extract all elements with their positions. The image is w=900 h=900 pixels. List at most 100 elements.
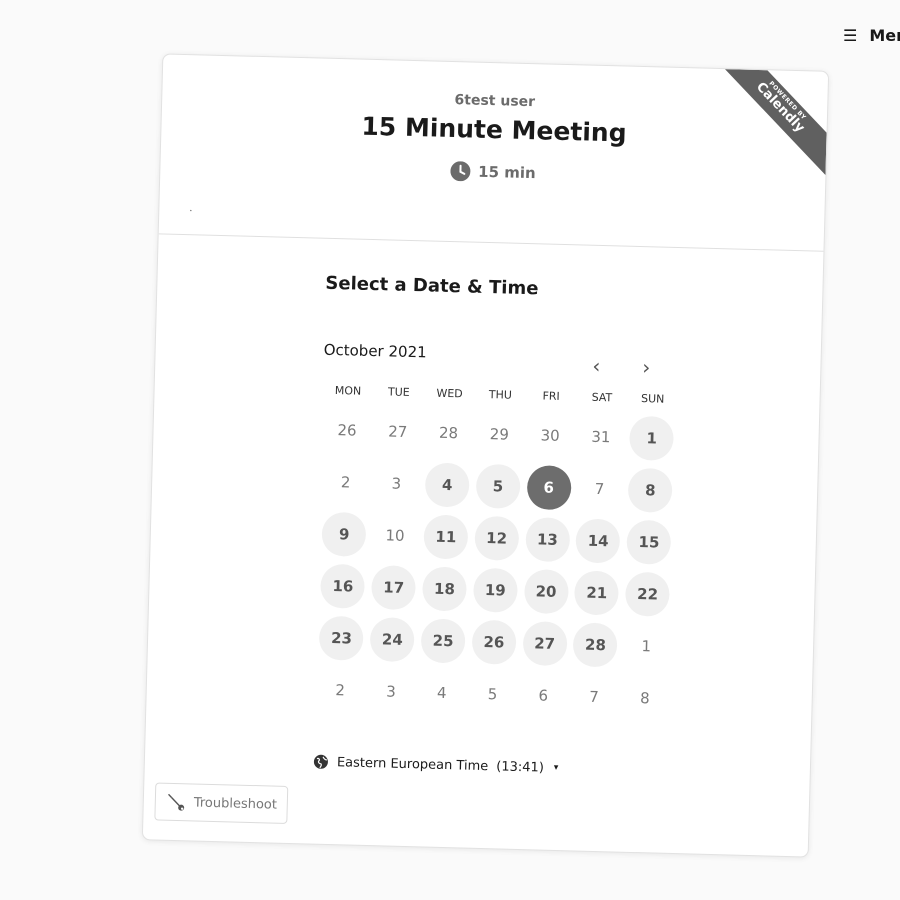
available-date[interactable]: 25	[420, 618, 466, 664]
calendar-cell: 31	[575, 410, 627, 463]
calendar-cell: 24	[366, 613, 418, 666]
available-date[interactable]: 17	[371, 565, 417, 611]
calendar-cell: 21	[571, 566, 623, 619]
available-date[interactable]: 27	[522, 621, 568, 667]
unavailable-date: 28	[438, 423, 459, 443]
month-label: October 2021	[323, 340, 427, 362]
calendar-cell: 13	[521, 513, 573, 566]
unavailable-date: 1	[641, 637, 652, 656]
calendar-cell: 16	[317, 560, 369, 613]
month-nav-buttons: ‹ ›	[583, 353, 660, 381]
unavailable-date: 26	[337, 421, 357, 440]
available-date[interactable]: 18	[421, 566, 468, 612]
weekday-label: FRI	[542, 389, 560, 403]
available-date[interactable]: 21	[574, 570, 620, 616]
next-month-button[interactable]: ›	[633, 354, 660, 381]
available-date[interactable]: 20	[523, 569, 569, 615]
timezone-selector[interactable]: Eastern European Time (13:41) ▾	[313, 754, 810, 783]
unavailable-date: 2	[335, 681, 346, 700]
weekday-label: WED	[436, 386, 463, 401]
unavailable-date: 2	[340, 473, 351, 492]
unavailable-date: 7	[589, 687, 600, 707]
calendar-cell: 30	[524, 409, 576, 462]
available-date[interactable]: 19	[472, 567, 518, 613]
calendar-cell: 3	[370, 457, 422, 510]
scheduler-body: Select a Date & Time October 2021 ‹ › MO…	[145, 268, 823, 782]
available-date[interactable]: 22	[625, 571, 671, 617]
prev-month-button[interactable]: ‹	[583, 353, 610, 380]
calendar-cell: 26	[321, 404, 373, 457]
unavailable-date: 10	[385, 526, 405, 545]
calendar-cell: 25	[417, 614, 469, 667]
month-navigation: October 2021 ‹ ›	[323, 328, 664, 381]
calendar-cell: 27	[372, 405, 424, 458]
chevron-right-icon: ›	[642, 355, 651, 380]
available-date[interactable]: 28	[572, 622, 619, 668]
calendar-week: 26 27 28 29 30 31 1	[321, 404, 678, 465]
unavailable-date: 8	[639, 689, 650, 708]
available-date[interactable]: 26	[471, 619, 517, 665]
available-date[interactable]: 8	[627, 467, 673, 513]
available-date[interactable]: 15	[626, 519, 672, 565]
wrench-icon	[168, 793, 185, 811]
calendar-cell: 2	[314, 664, 366, 717]
available-date[interactable]: 14	[575, 518, 621, 564]
available-date[interactable]: 24	[369, 617, 415, 663]
unavailable-date: 27	[388, 422, 408, 441]
calendar-week: 16 17 18 19 20 21 22	[317, 560, 674, 621]
duration-label: 15 min	[477, 162, 536, 183]
calendar-cell: 28	[569, 618, 621, 671]
calendar-week: 9 10 11 12 13 14 15	[318, 508, 675, 569]
event-header: 6test user 15 Minute Meeting 15 min .	[158, 54, 829, 252]
calendar-cell: 8	[624, 464, 676, 517]
available-date[interactable]: 5	[475, 463, 521, 509]
caret-down-icon: ▾	[553, 762, 559, 774]
calendar-cell: 15	[623, 516, 675, 569]
calendar-cell: 1	[626, 412, 678, 465]
selected-date[interactable]: 6	[526, 465, 572, 511]
available-date[interactable]: 12	[474, 515, 520, 561]
unavailable-date: 3	[385, 682, 396, 701]
available-date[interactable]: 4	[424, 462, 470, 508]
menu-button[interactable]: ☰ Menu	[843, 26, 900, 45]
weekday-label: TUE	[387, 385, 410, 399]
calendar-cell: 4	[416, 666, 468, 719]
page: ☰ Menu POWERED BY Calendly 6test user 15…	[0, 0, 900, 900]
calendar-cell: 10	[369, 509, 421, 562]
calendar-cell: 1	[620, 620, 672, 673]
calendar-cell: 8	[619, 672, 671, 725]
calendar-cell: 3	[365, 665, 417, 718]
menu-label: Menu	[869, 26, 900, 45]
calendar-cell: 20	[520, 565, 572, 618]
globe-icon	[313, 754, 328, 769]
weekday-label: SAT	[591, 390, 613, 405]
unavailable-date: 3	[391, 474, 402, 493]
calendar-cell: 11	[420, 510, 472, 563]
available-date[interactable]: 23	[318, 615, 365, 661]
calendar-cell: 4	[421, 458, 473, 511]
available-date[interactable]: 13	[524, 517, 570, 563]
description-dot: .	[189, 203, 193, 215]
calendar-cell: 5	[466, 668, 518, 721]
calendar-week: 2 3 4 5 6 7 8	[314, 664, 671, 725]
unavailable-date: 5	[487, 685, 498, 704]
calendar-cell: 19	[469, 564, 521, 617]
available-date[interactable]: 16	[320, 563, 366, 609]
scheduling-card: POWERED BY Calendly 6test user 15 Minute…	[141, 53, 830, 858]
hamburger-icon: ☰	[843, 25, 858, 45]
calendar-cell: 29	[473, 408, 525, 461]
calendar: MON TUE WED THU FRI SAT SUN 26 27 28 29 30 31…	[314, 378, 679, 725]
calendar-cell: 5	[472, 460, 524, 513]
available-date[interactable]: 11	[423, 514, 469, 560]
weekday-label: THU	[488, 388, 513, 402]
unavailable-date: 30	[540, 426, 560, 445]
calendar-cell: 23	[315, 612, 367, 665]
weekday-label: SUN	[640, 392, 665, 406]
troubleshoot-button[interactable]: Troubleshoot	[154, 782, 289, 824]
available-date[interactable]: 1	[629, 415, 675, 461]
available-date[interactable]: 9	[321, 511, 367, 557]
calendar-cell: 14	[572, 514, 624, 567]
calendar-grid: 26 27 28 29 30 31 1 2 3 4 5 6 7 8 9 10 11 12 13 14 15 16 17 18 1…	[314, 404, 678, 725]
calendar-cell: 9	[318, 508, 370, 561]
calendar-cell: 7	[568, 670, 620, 723]
